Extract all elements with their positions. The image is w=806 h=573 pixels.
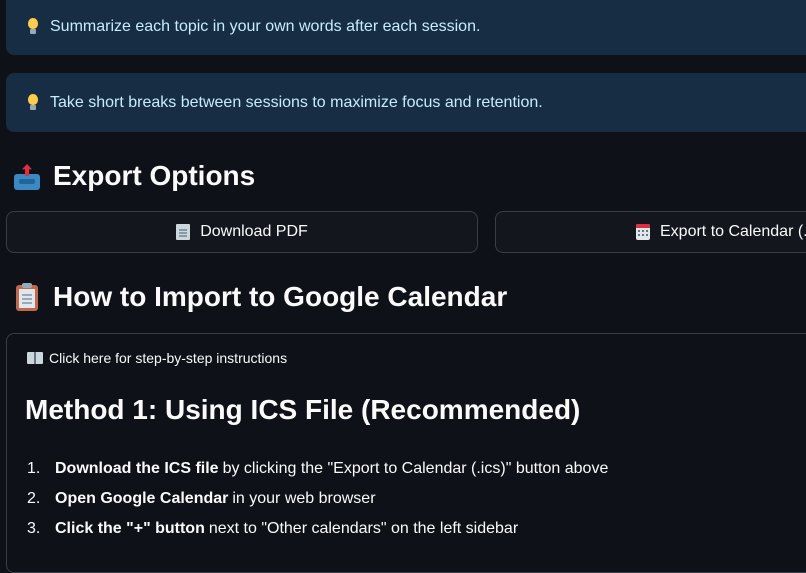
tip-text: Take short breaks between sessions to ma… <box>50 93 543 111</box>
step-bold: Click the "+" button <box>55 520 205 537</box>
step-text: by clicking the "Export to Calendar (.ic… <box>222 460 609 477</box>
outbox-tray-icon <box>14 162 40 190</box>
lightbulb-icon <box>26 17 40 36</box>
method-title: Method 1: Using ICS File (Recommended) <box>25 394 581 425</box>
page-icon <box>176 224 191 240</box>
clipboard-icon <box>14 283 40 311</box>
list-item: 1. Download the ICS file by clicking the… <box>27 454 608 484</box>
tip-banner: Take short breaks between sessions to ma… <box>6 73 806 132</box>
lightbulb-icon <box>26 93 40 112</box>
tip-text: Summarize each topic in your own words a… <box>50 17 481 35</box>
list-item: 3. Click the "+" button next to "Other c… <box>27 514 608 544</box>
tip-banner: Summarize each topic in your own words a… <box>6 0 806 55</box>
download-pdf-button[interactable]: Download PDF <box>6 211 478 253</box>
export-options-heading: Export Options <box>14 160 255 192</box>
step-bold: Open Google Calendar <box>55 490 229 507</box>
export-calendar-label: Export to Calendar (.ics) <box>660 223 806 240</box>
expander-label: Click here for step-by-step instructions <box>49 350 288 366</box>
instructions-expander: Click here for step-by-step instructions… <box>6 333 806 573</box>
step-text: next to "Other calendars" on the left si… <box>208 520 519 537</box>
expander-toggle[interactable]: Click here for step-by-step instructions <box>27 350 287 366</box>
step-number: 2. <box>27 490 41 507</box>
calendar-icon <box>636 224 650 240</box>
download-pdf-label: Download PDF <box>200 223 308 240</box>
export-calendar-button[interactable]: Export to Calendar (.ics) <box>495 211 806 253</box>
steps-list: 1. Download the ICS file by clicking the… <box>27 454 608 544</box>
open-book-icon <box>27 352 43 364</box>
step-bold: Download the ICS file <box>55 460 219 477</box>
step-text: in your web browser <box>232 490 376 507</box>
import-title: How to Import to Google Calendar <box>53 281 508 312</box>
import-heading: How to Import to Google Calendar <box>14 281 507 313</box>
step-number: 1. <box>27 460 41 477</box>
step-number: 3. <box>27 520 41 537</box>
list-item: 2. Open Google Calendar in your web brow… <box>27 484 608 514</box>
export-options-title: Export Options <box>53 160 256 191</box>
